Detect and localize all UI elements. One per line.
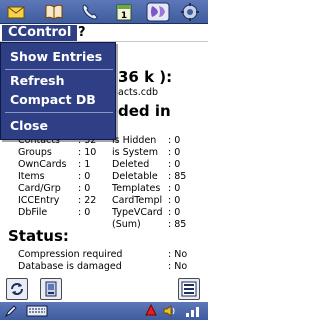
bottom-toolbar [0,278,208,302]
app-dropdown-menu: Show Entries Refresh Compact DB Close [0,42,116,140]
launcher-bar: 1 [0,0,208,24]
embedded-heading: ded in [118,102,171,120]
menu-separator [5,112,113,113]
phone-icon[interactable] [80,2,100,22]
count-value: : 0 [168,207,181,218]
db-size-heading: 36 k ): [118,68,173,86]
count-label: Groups [18,147,52,158]
count-label: Items [18,171,45,182]
count-value: : 22 [78,195,97,206]
apps-icon[interactable] [146,2,170,22]
count-value: : 0 [78,207,91,218]
count-value: : 0 [168,159,181,170]
count-value: : 0 [168,147,181,158]
keyboard-icon[interactable] [26,304,48,318]
menu-item-refresh[interactable]: Refresh [10,73,65,89]
count-label: OwnCards [18,159,67,170]
menu-bar: CControl ? [0,24,208,42]
mail-icon[interactable] [6,2,26,22]
database-button[interactable] [178,278,200,300]
database-icon [181,281,197,297]
pen-icon[interactable] [4,304,18,318]
menu-separator [5,69,113,70]
signal-icon [186,307,199,317]
count-label: ICCEntry [18,195,60,206]
menu-item-show-entries[interactable]: Show Entries [10,49,102,65]
count-value: : 85 [168,219,187,230]
count-value: : 0 [168,195,181,206]
count-value: : 0 [168,183,181,194]
count-value: : 0 [168,135,181,146]
db-filename: acts.cdb [118,87,159,98]
count-value: : 10 [78,147,97,158]
status-heading: Status: [8,227,69,245]
app-menu-button[interactable]: CControl [2,25,78,41]
svg-text:1: 1 [121,11,127,21]
count-value: : 0 [78,183,91,194]
status-value: : No [168,261,188,272]
count-label: (Sum) [112,219,141,230]
count-label: TypeVCard [112,207,163,218]
count-label: is System [112,147,159,158]
count-label: Templates [112,183,161,194]
refresh-icon [11,283,23,295]
device-icon [45,281,57,297]
battery-icon [145,304,157,316]
count-value: : 0 [78,171,91,182]
count-label: CardTempl [112,195,163,206]
count-value: : 85 [168,171,187,182]
count-label: Deletable [112,171,158,182]
volume-icon[interactable] [162,304,178,318]
count-label: Card/Grp [18,183,61,194]
menu-item-close[interactable]: Close [10,118,48,134]
status-label: Compression required [18,249,123,260]
book-icon[interactable] [44,2,64,22]
count-label: is Hidden [112,135,157,146]
count-value: : 1 [78,159,91,170]
refresh-button[interactable] [6,278,28,300]
status-label: Database is damaged [18,261,122,272]
status-bar [0,302,208,320]
menu-item-compact-db[interactable]: Compact DB [10,92,96,108]
count-label: DbFile [18,207,48,218]
count-label: Deleted [112,159,150,170]
device-button[interactable] [40,278,62,300]
calendar-icon[interactable]: 1 [114,2,134,22]
status-value: : No [168,249,188,260]
help-menu-button[interactable]: ? [78,25,86,41]
settings-icon[interactable] [180,2,200,22]
